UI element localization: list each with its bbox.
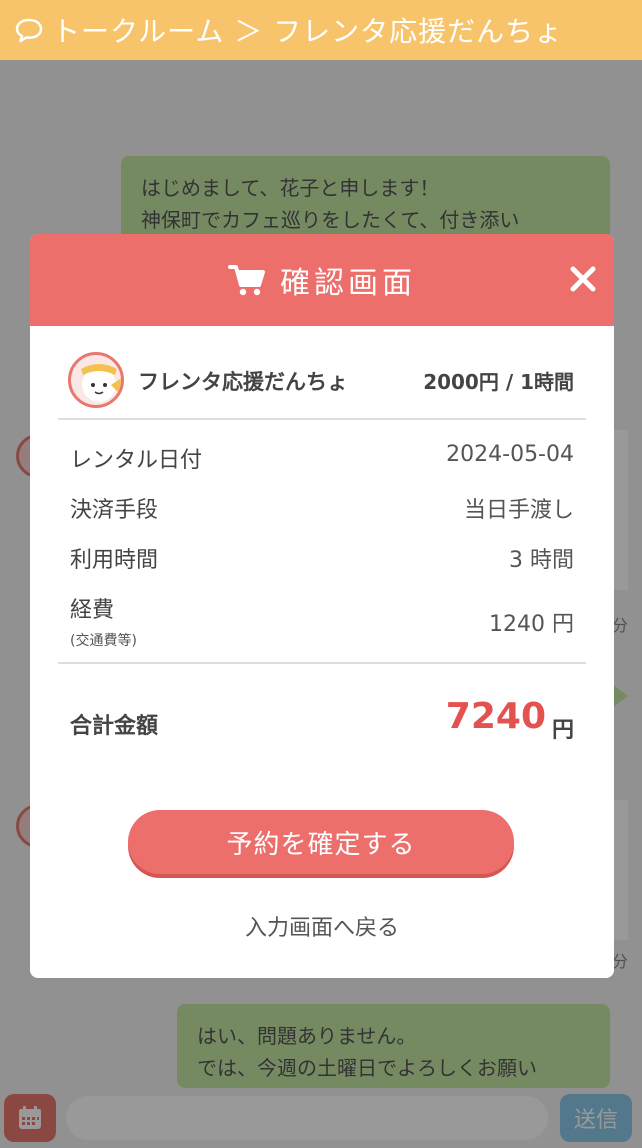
breadcrumb-title: トークルーム ＞ フレンタ応援だんちょ (52, 15, 564, 48)
provider-price: 2000円 / 1時間 (423, 370, 574, 394)
total-label: 合計金額 (70, 714, 159, 739)
close-icon[interactable] (568, 264, 598, 294)
confirm-reservation-button[interactable]: 予約を確定する (128, 810, 514, 874)
provider-row: フレンタ応援だんちょ 2000円 / 1時間 (58, 342, 586, 420)
confirmation-modal: 確認画面 フレンタ応援だんちょ 2000円 / 1時間 レンタル日付 2024-… (30, 234, 614, 978)
detail-label: 決済手段 (70, 498, 159, 523)
top-header: トークルーム ＞ フレンタ応援だんちょ (0, 0, 642, 60)
provider-name: フレンタ応援だんちょ (138, 370, 348, 394)
detail-row-payment: 決済手段 当日手渡し (58, 484, 586, 534)
detail-row-duration: 利用時間 3 時間 (58, 534, 586, 584)
detail-label: 経費 (70, 598, 115, 623)
detail-row-expenses: 経費 (交通費等) 1240 円 (58, 584, 586, 664)
detail-label: レンタル日付 (70, 448, 203, 473)
divider (58, 662, 586, 664)
detail-row-date: レンタル日付 2024-05-04 (58, 434, 586, 484)
cart-icon (228, 265, 265, 296)
detail-list: レンタル日付 2024-05-04 決済手段 当日手渡し 利用時間 3 時間 経… (58, 434, 586, 664)
detail-value: 1240 円 (489, 612, 574, 637)
detail-value: 当日手渡し (463, 498, 574, 523)
detail-label: 利用時間 (70, 548, 159, 573)
detail-sub-label: (交通費等) (70, 633, 137, 649)
detail-value: 3 時間 (509, 548, 574, 573)
modal-title: 確認画面 (280, 266, 416, 301)
provider-avatar (68, 352, 124, 408)
mascot-avatar-image (81, 364, 121, 402)
chat-bubble-icon (15, 18, 43, 43)
back-to-input-link[interactable]: 入力画面へ戻る (30, 910, 614, 942)
detail-value: 2024-05-04 (446, 442, 574, 467)
total-amount: 7240 (445, 696, 546, 737)
modal-header: 確認画面 (30, 234, 614, 326)
total-unit: 円 (551, 718, 574, 743)
